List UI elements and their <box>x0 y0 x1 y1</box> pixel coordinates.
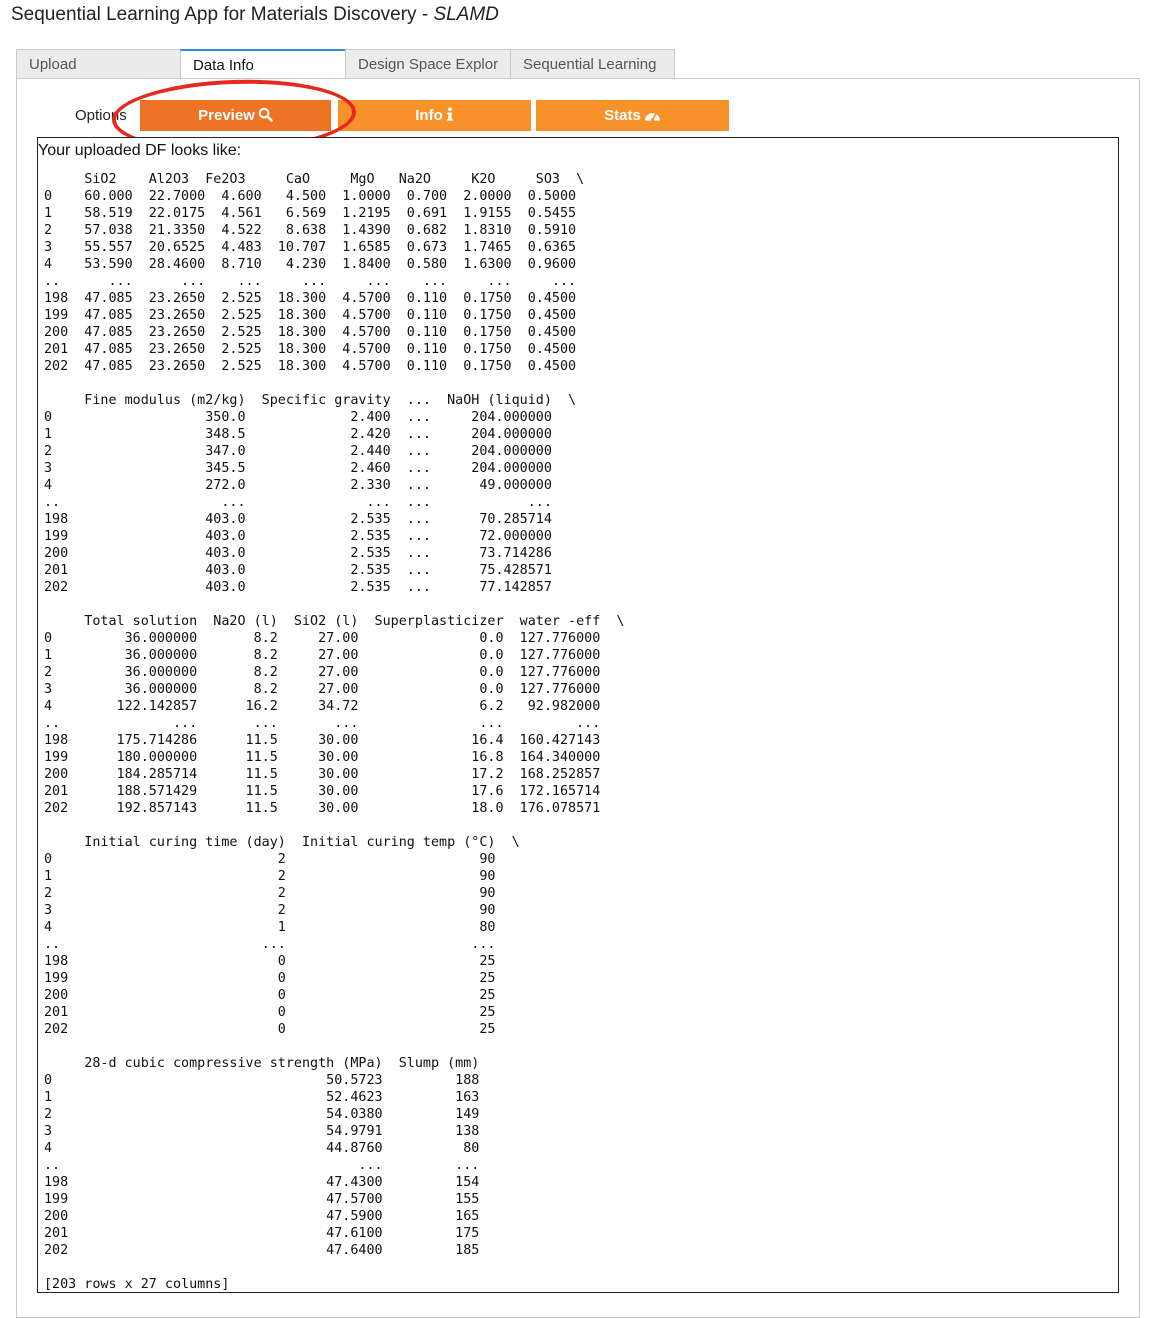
tab-design-space-explorer[interactable]: Design Space Explor <box>345 49 511 78</box>
output-caption: Your uploaded DF looks like: <box>38 142 242 159</box>
app-title-italic: SLAMD <box>433 4 499 25</box>
app-title-text: Sequential Learning App for Materials Di… <box>11 4 434 25</box>
info-button[interactable]: Info <box>338 100 531 131</box>
dataframe-preview-text: SiO2 Al2O3 Fe2O3 CaO MgO Na2O K2O SO3 \ … <box>44 172 625 1292</box>
gauge-icon <box>644 112 660 122</box>
dataframe-output: Your uploaded DF looks like: SiO2 Al2O3 … <box>37 137 1119 1293</box>
search-icon <box>258 107 273 122</box>
tab-data-info[interactable]: Data Info <box>180 49 346 80</box>
preview-button[interactable]: Preview <box>140 100 331 131</box>
info-icon <box>446 107 453 121</box>
tab-upload[interactable]: Upload <box>16 49 181 78</box>
tab-sequential-learning[interactable]: Sequential Learning <box>510 49 675 78</box>
stats-button[interactable]: Stats <box>536 100 729 131</box>
info-button-label: Info <box>415 107 443 124</box>
stats-button-label: Stats <box>604 107 641 124</box>
options-label: Options <box>75 107 127 124</box>
preview-button-label: Preview <box>198 107 255 124</box>
app-title: Sequential Learning App for Materials Di… <box>11 4 499 26</box>
